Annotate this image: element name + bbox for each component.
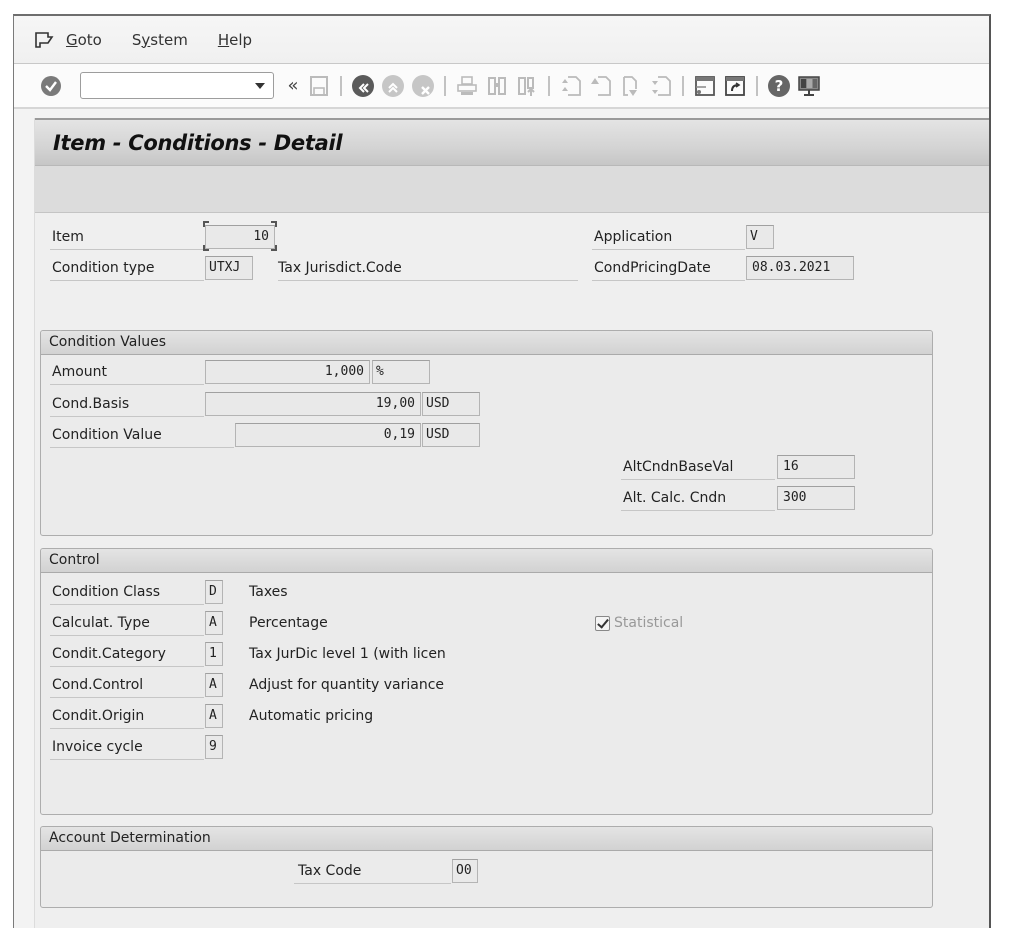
condition-value-field[interactable]: 0,19 — [235, 423, 421, 447]
invoice-cycle-field[interactable]: 9 — [205, 735, 223, 759]
cond-basis-field[interactable]: 19,00 — [205, 392, 421, 416]
application-label: Application — [592, 226, 745, 250]
menu-system[interactable]: System — [132, 31, 188, 49]
application-toolbar — [35, 166, 989, 213]
standard-toolbar: « ? — [14, 64, 989, 109]
alt-cndn-base-val-field[interactable]: 16 — [777, 455, 855, 479]
alt-calc-cndn-label: Alt. Calc. Cndn — [621, 487, 775, 511]
menu-goto-rest: oto — [77, 30, 102, 49]
title-bar: Item - Conditions - Detail — [35, 118, 989, 166]
account-determination-group: Account Determination — [40, 826, 933, 908]
toolbar-separator — [444, 75, 446, 96]
condit-category-description: Tax JurDic level 1 (with licen — [249, 646, 446, 662]
content-area: Item - Conditions - Detail Item 10 Condi… — [34, 118, 989, 928]
enter-icon[interactable] — [38, 73, 64, 99]
account-determination-header: Account Determination — [41, 827, 932, 851]
condition-value-unit-field[interactable]: USD — [422, 423, 480, 447]
control-header: Control — [41, 549, 932, 573]
cond-basis-unit-field[interactable]: USD — [422, 392, 480, 416]
command-field[interactable] — [80, 72, 274, 99]
cond-control-label: Cond.Control — [50, 674, 204, 698]
svg-text:?: ? — [775, 77, 784, 95]
back-double-chevron-icon[interactable]: « — [284, 73, 302, 99]
find-icon[interactable] — [484, 73, 510, 99]
statistical-checkbox[interactable] — [595, 616, 610, 631]
condit-origin-label: Condit.Origin — [50, 705, 204, 729]
condition-values-header: Condition Values — [41, 331, 932, 355]
condit-category-label: Condit.Category — [50, 643, 204, 667]
focus-corner — [203, 245, 209, 251]
back-icon[interactable] — [350, 73, 376, 99]
chevron-down-icon[interactable] — [255, 83, 265, 89]
item-field[interactable]: 10 — [205, 225, 275, 249]
toolbar-separator — [548, 75, 550, 96]
amount-unit-field[interactable]: % — [372, 360, 430, 384]
cond-control-description: Adjust for quantity variance — [249, 677, 445, 693]
cond-basis-label: Cond.Basis — [50, 393, 204, 417]
toolbar-separator — [340, 75, 342, 96]
amount-field[interactable]: 1,000 — [205, 360, 370, 384]
focus-corner — [271, 245, 277, 251]
command-input[interactable] — [81, 73, 251, 98]
cond-control-field[interactable]: A — [205, 673, 223, 697]
save-icon[interactable] — [306, 73, 332, 99]
amount-label: Amount — [50, 361, 204, 385]
next-page-icon[interactable] — [618, 73, 644, 99]
menu-help[interactable]: Help — [218, 31, 252, 49]
menu-list-icon[interactable] — [34, 31, 54, 49]
menu-bar: Goto System Help — [14, 16, 989, 64]
find-next-icon[interactable] — [514, 73, 540, 99]
cond-pricing-date-field[interactable]: 08.03.2021 — [746, 256, 854, 280]
toolbar-separator — [756, 75, 758, 96]
exit-icon[interactable] — [380, 73, 406, 99]
page-title: Item - Conditions - Detail — [53, 130, 343, 155]
create-session-icon[interactable] — [692, 73, 718, 99]
condit-origin-field[interactable]: A — [205, 704, 223, 728]
condition-class-label: Condition Class — [50, 581, 204, 605]
shortcut-icon[interactable] — [722, 73, 748, 99]
menu-goto[interactable]: Goto — [66, 31, 102, 49]
application-field[interactable]: V — [746, 225, 774, 249]
condition-type-label: Condition type — [50, 257, 204, 281]
alt-cndn-base-val-label: AltCndnBaseVal — [621, 456, 775, 480]
condition-value-label: Condition Value — [50, 424, 234, 448]
condit-origin-description: Automatic pricing — [249, 708, 374, 724]
condition-class-description: Taxes — [249, 584, 288, 600]
first-page-icon[interactable] — [558, 73, 584, 99]
calculat-type-label: Calculat. Type — [50, 612, 204, 636]
item-label: Item — [50, 226, 204, 250]
calculat-type-description: Percentage — [249, 615, 328, 631]
print-icon[interactable] — [454, 73, 480, 99]
menu-help-rest: elp — [229, 30, 253, 49]
invoice-cycle-label: Invoice cycle — [50, 736, 204, 760]
sap-window: Goto System Help « ? Item - Conditions -… — [13, 14, 991, 928]
menu-system-label: System — [131, 30, 188, 49]
condition-type-description: Tax Jurisdict.Code — [278, 257, 578, 281]
cancel-icon[interactable] — [410, 73, 436, 99]
tax-code-field[interactable]: O0 — [452, 859, 478, 883]
focus-corner — [271, 221, 277, 227]
condit-category-field[interactable]: 1 — [205, 642, 223, 666]
menu-goto-mnemonic: G — [66, 30, 78, 49]
alt-calc-cndn-field[interactable]: 300 — [777, 486, 855, 510]
calculat-type-field[interactable]: A — [205, 611, 223, 635]
cond-pricing-date-label: CondPricingDate — [592, 257, 745, 281]
customize-layout-icon[interactable] — [796, 73, 822, 99]
help-icon[interactable]: ? — [766, 73, 792, 99]
menu-system-mnemonic: y — [141, 30, 151, 49]
condition-type-field[interactable]: UTXJ — [205, 256, 253, 280]
tax-code-label: Tax Code — [294, 860, 451, 884]
menu-help-mnemonic: H — [217, 30, 230, 49]
focus-corner — [203, 221, 209, 227]
condition-class-field[interactable]: D — [205, 580, 223, 604]
previous-page-icon[interactable] — [588, 73, 614, 99]
last-page-icon[interactable] — [648, 73, 674, 99]
statistical-label: Statistical — [614, 615, 684, 631]
toolbar-separator — [682, 75, 684, 96]
